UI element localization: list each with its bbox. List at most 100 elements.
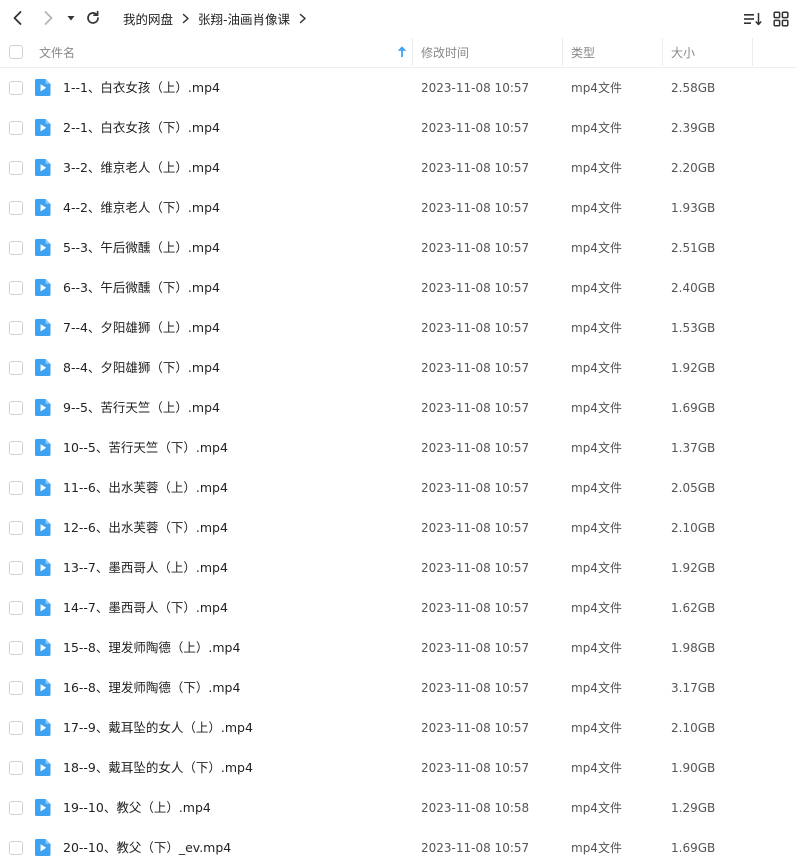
column-divider[interactable] (412, 38, 413, 66)
row-checkbox[interactable] (9, 161, 23, 175)
file-type: mp4文件 (571, 801, 622, 815)
file-name[interactable]: 5--3、午后微醺（上）.mp4 (63, 228, 220, 268)
row-checkbox[interactable] (9, 561, 23, 575)
file-name[interactable]: 4--2、维京老人（下）.mp4 (63, 188, 220, 228)
breadcrumb-expand-icon[interactable] (299, 13, 307, 24)
file-size: 1.93GB (671, 201, 716, 215)
table-row[interactable]: 3--2、维京老人（上）.mp4 2023-11-08 10:57 mp4文件 2.2… (0, 148, 797, 188)
arrow-up-icon (398, 46, 406, 57)
file-name[interactable]: 8--4、夕阳雄狮（下）.mp4 (63, 348, 220, 388)
file-name[interactable]: 20--10、教父（下）_ev.mp4 (63, 828, 231, 865)
file-name[interactable]: 15--8、理发师陶德（上）.mp4 (63, 628, 240, 668)
table-row[interactable]: 5--3、午后微醺（上）.mp4 2023-11-08 10:57 mp4文件 2.5… (0, 228, 797, 268)
table-row[interactable]: 17--9、戴耳坠的女人（上）.mp4 2023-11-08 10:57 mp4文件… (0, 708, 797, 748)
file-name[interactable]: 2--1、白衣女孩（下）.mp4 (63, 108, 220, 148)
table-row[interactable]: 9--5、苦行天竺（上）.mp4 2023-11-08 10:57 mp4文件 1.6… (0, 388, 797, 428)
back-button[interactable] (6, 6, 30, 30)
row-checkbox[interactable] (9, 121, 23, 135)
file-name[interactable]: 7--4、夕阳雄狮（上）.mp4 (63, 308, 220, 348)
file-name[interactable]: 18--9、戴耳坠的女人（下）.mp4 (63, 748, 253, 788)
row-checkbox[interactable] (9, 601, 23, 615)
row-checkbox[interactable] (9, 521, 23, 535)
select-all-checkbox[interactable] (9, 45, 23, 59)
table-row[interactable]: 18--9、戴耳坠的女人（下）.mp4 2023-11-08 10:57 mp4文件… (0, 748, 797, 788)
table-row[interactable]: 4--2、维京老人（下）.mp4 2023-11-08 10:57 mp4文件 1.9… (0, 188, 797, 228)
column-type[interactable]: 类型 (571, 36, 595, 68)
row-checkbox[interactable] (9, 81, 23, 95)
view-toggle-button[interactable] (770, 8, 792, 30)
row-checkbox[interactable] (9, 401, 23, 415)
file-name[interactable]: 1--1、白衣女孩（上）.mp4 (63, 68, 220, 108)
file-name[interactable]: 10--5、苦行天竺（下）.mp4 (63, 428, 228, 468)
history-dropdown[interactable] (60, 6, 82, 30)
file-name[interactable]: 19--10、教父（上）.mp4 (63, 788, 211, 828)
column-divider[interactable] (562, 38, 563, 66)
row-checkbox[interactable] (9, 321, 23, 335)
table-row[interactable]: 1--1、白衣女孩（上）.mp4 2023-11-08 10:57 mp4文件 2.5… (0, 68, 797, 108)
file-name[interactable]: 12--6、出水芙蓉（下）.mp4 (63, 508, 228, 548)
video-file-icon (35, 639, 51, 656)
sort-list-icon (744, 13, 762, 26)
file-size: 1.37GB (671, 441, 716, 455)
row-checkbox[interactable] (9, 721, 23, 735)
table-row[interactable]: 20--10、教父（下）_ev.mp4 2023-11-08 10:57 mp4文件… (0, 828, 797, 865)
file-modified: 2023-11-08 10:57 (421, 281, 530, 295)
row-checkbox[interactable] (9, 761, 23, 775)
file-name[interactable]: 11--6、出水芙蓉（上）.mp4 (63, 468, 228, 508)
table-row[interactable]: 14--7、墨西哥人（下）.mp4 2023-11-08 10:57 mp4文件 1.… (0, 588, 797, 628)
row-checkbox[interactable] (9, 481, 23, 495)
file-name[interactable]: 17--9、戴耳坠的女人（上）.mp4 (63, 708, 253, 748)
file-modified: 2023-11-08 10:57 (421, 81, 530, 95)
table-row[interactable]: 19--10、教父（上）.mp4 2023-11-08 10:58 mp4文件 1.2… (0, 788, 797, 828)
row-checkbox[interactable] (9, 281, 23, 295)
file-name[interactable]: 3--2、维京老人（上）.mp4 (63, 148, 220, 188)
table-row[interactable]: 16--8、理发师陶德（下）.mp4 2023-11-08 10:57 mp4文件 3… (0, 668, 797, 708)
row-checkbox[interactable] (9, 441, 23, 455)
file-size: 2.20GB (671, 161, 716, 175)
table-row[interactable]: 11--6、出水芙蓉（上）.mp4 2023-11-08 10:57 mp4文件 2.… (0, 468, 797, 508)
sort-button[interactable] (742, 8, 764, 30)
table-row[interactable]: 12--6、出水芙蓉（下）.mp4 2023-11-08 10:57 mp4文件 2.… (0, 508, 797, 548)
table-row[interactable]: 8--4、夕阳雄狮（下）.mp4 2023-11-08 10:57 mp4文件 1.9… (0, 348, 797, 388)
column-divider[interactable] (662, 38, 663, 66)
video-file-icon (35, 759, 51, 776)
table-row[interactable]: 6--3、午后微醺（下）.mp4 2023-11-08 10:57 mp4文件 2.4… (0, 268, 797, 308)
row-checkbox[interactable] (9, 361, 23, 375)
column-modified[interactable]: 修改时间 (421, 36, 469, 68)
file-modified: 2023-11-08 10:57 (421, 121, 530, 135)
row-checkbox[interactable] (9, 841, 23, 855)
column-name[interactable]: 文件名 (39, 36, 411, 68)
video-file-icon (35, 799, 51, 816)
video-file-icon (35, 279, 51, 296)
row-checkbox[interactable] (9, 641, 23, 655)
file-name[interactable]: 14--7、墨西哥人（下）.mp4 (63, 588, 228, 628)
file-name[interactable]: 6--3、午后微醺（下）.mp4 (63, 268, 220, 308)
row-checkbox[interactable] (9, 241, 23, 255)
column-header: 文件名 修改时间 类型 大小 (0, 36, 797, 68)
file-size: 2.51GB (671, 241, 716, 255)
column-divider[interactable] (752, 38, 753, 66)
row-checkbox[interactable] (9, 201, 23, 215)
row-checkbox[interactable] (9, 801, 23, 815)
column-size-label: 大小 (671, 45, 696, 60)
table-row[interactable]: 15--8、理发师陶德（上）.mp4 2023-11-08 10:57 mp4文件 1… (0, 628, 797, 668)
file-name[interactable]: 16--8、理发师陶德（下）.mp4 (63, 668, 240, 708)
breadcrumb-item-root[interactable]: 我的网盘 (123, 9, 173, 28)
chevron-left-icon (13, 11, 22, 25)
file-modified: 2023-11-08 10:57 (421, 241, 530, 255)
forward-button[interactable] (36, 6, 60, 30)
file-name[interactable]: 13--7、墨西哥人（上）.mp4 (63, 548, 228, 588)
table-row[interactable]: 7--4、夕阳雄狮（上）.mp4 2023-11-08 10:57 mp4文件 1.5… (0, 308, 797, 348)
file-name[interactable]: 9--5、苦行天竺（上）.mp4 (63, 388, 220, 428)
file-size: 2.40GB (671, 281, 716, 295)
table-row[interactable]: 13--7、墨西哥人（上）.mp4 2023-11-08 10:57 mp4文件 1.… (0, 548, 797, 588)
row-checkbox[interactable] (9, 681, 23, 695)
file-size: 1.69GB (671, 841, 716, 855)
file-type: mp4文件 (571, 761, 622, 775)
table-row[interactable]: 2--1、白衣女孩（下）.mp4 2023-11-08 10:57 mp4文件 2.3… (0, 108, 797, 148)
refresh-button[interactable] (81, 6, 105, 30)
table-row[interactable]: 10--5、苦行天竺（下）.mp4 2023-11-08 10:57 mp4文件 1.… (0, 428, 797, 468)
breadcrumb-item-current[interactable]: 张翔-油画肖像课 (198, 9, 290, 28)
column-size[interactable]: 大小 (671, 36, 695, 68)
file-modified: 2023-11-08 10:57 (421, 681, 530, 695)
